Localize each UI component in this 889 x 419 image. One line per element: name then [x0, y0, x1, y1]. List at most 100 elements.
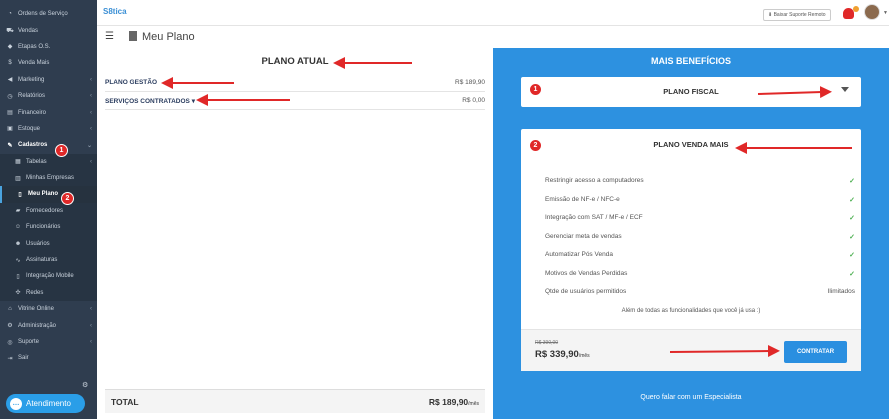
plan-row-value: R$ 189,90 — [455, 79, 485, 86]
services-row-value: R$ 0,00 — [462, 97, 485, 104]
sidebar-item-assinaturas[interactable]: ∿ Assinaturas — [0, 252, 97, 268]
feature-item: Qtde de usuários permitidos Ilimitados — [545, 288, 855, 295]
chevron-left-icon: ‹ — [90, 339, 92, 345]
sidebar-item-funcion-rios[interactable]: ☺ Funcionários — [0, 219, 97, 235]
total-value: R$ 189,90/mês — [428, 396, 479, 407]
file-icon: ▯ — [18, 191, 22, 198]
chevron-left-icon: ‹ — [90, 93, 92, 100]
page-header: ☰ Meu Plano — [97, 27, 889, 48]
gear-icon[interactable]: ⚙ — [82, 381, 88, 389]
sidebar-item-estoque[interactable]: ▣ Estoque ‹ — [0, 121, 97, 137]
sidebar-item-label: Integração Mobile — [26, 273, 74, 280]
plan-row: PLANO GESTÃO R$ 189,90 — [105, 74, 485, 92]
sidebar-item-meu-plano[interactable]: ▯ Meu Plano — [0, 186, 97, 203]
truck-icon: ▰ — [15, 208, 21, 215]
sidebar-item-financeiro[interactable]: ▤ Financeiro ‹ — [0, 104, 97, 120]
sidebar-item-label: Ordens de Serviço — [18, 11, 68, 18]
feature-value: Ilimitados — [827, 288, 855, 295]
page-title: Meu Plano — [129, 31, 195, 43]
sidebar-item-ordens-de-servi-o[interactable]: ◔ Ordens de Serviço — [0, 6, 97, 22]
sidebar-item-tabelas[interactable]: ▦ Tabelas ‹ — [0, 154, 97, 170]
sidebar-item-label: Financeiro — [18, 109, 47, 116]
specialist-link[interactable]: Quero falar com um Especialista — [493, 394, 889, 401]
check-icon: ✓ — [849, 270, 855, 278]
check-icon: ✓ — [849, 196, 855, 204]
atendimento-button[interactable]: … Atendimento — [6, 394, 85, 413]
edit-icon: ✎ — [7, 142, 13, 149]
sidebar-item-vendas[interactable]: ⛟ Vendas — [0, 22, 97, 38]
check-icon: ✓ — [849, 233, 855, 241]
speedometer-icon: ◔ — [8, 11, 12, 18]
users-icon: ☺ — [14, 224, 22, 231]
network-icon: ✣ — [15, 290, 21, 297]
feature-item: Restringir acesso a computadores ✓ — [545, 177, 855, 185]
sidebar-item-label: Assinaturas — [26, 257, 58, 264]
avatar[interactable] — [864, 4, 880, 20]
sidebar-item-label: Vitrine Online — [18, 306, 54, 313]
sidebar-item-label: Usuários — [26, 240, 50, 247]
sidebar-item-etapas-o-s[interactable]: ◆ Etapas O.S. — [0, 39, 97, 55]
chevron-down-icon: ▾ — [191, 97, 195, 105]
remote-support-button[interactable]: ⬇ Baixar Suporte Remoto — [763, 9, 831, 21]
sidebar-item-relat-rios[interactable]: ◷ Relatórios ‹ — [0, 88, 97, 104]
topbar: S8tica ⬇ Baixar Suporte Remoto ▼ — [97, 0, 889, 26]
plano-venda-mais-title: PLANO VENDA MAIS — [653, 140, 729, 149]
current-plan-panel: PLANO ATUAL PLANO GESTÃO R$ 189,90 SERVI… — [97, 48, 493, 419]
feature-label: Emissão de NF-e / NFC-e — [545, 195, 620, 203]
chevron-left-icon: ‹ — [90, 322, 92, 329]
feature-label: Restringir acesso a computadores — [545, 177, 644, 184]
check-icon: ✓ — [849, 215, 855, 222]
sidebar-item-label: Funcionários — [26, 224, 61, 231]
chevron-down-icon[interactable] — [841, 87, 849, 92]
sidebar-item-vitrine-online[interactable]: ⌂ Vitrine Online ‹ — [0, 301, 97, 317]
sidebar-item-integra-o-mobile[interactable]: ▯ Integração Mobile — [0, 268, 97, 284]
sidebar-item-cadastros[interactable]: ✎ Cadastros ⌄ — [0, 137, 97, 153]
total-bar: TOTAL R$ 189,90/mês — [105, 389, 485, 413]
benefits-title: MAIS BENEFÍCIOS — [650, 56, 731, 66]
services-row[interactable]: SERVIÇOS CONTRATADOS ▾ R$ 0,00 — [105, 92, 485, 110]
feature-item: Motivos de Vendas Perdidas ✓ — [545, 270, 855, 278]
hamburger-menu-icon[interactable]: ☰ — [105, 31, 114, 42]
sidebar-item-administra-o[interactable]: ⚙ Administração ‹ — [0, 317, 97, 333]
services-row-label[interactable]: SERVIÇOS CONTRATADOS ▾ — [105, 97, 195, 105]
chat-bubble-icon: … — [10, 397, 22, 410]
sidebar-item-suporte[interactable]: ◎ Suporte ‹ — [0, 334, 97, 350]
feature-label: Automatizar Pós Venda — [545, 251, 613, 258]
chevron-left-icon: ‹ — [90, 125, 92, 132]
sidebar-item-venda-mais[interactable]: $ Venda Mais — [0, 55, 97, 71]
plano-venda-mais-card: PLANO VENDA MAIS Restringir acesso a com… — [521, 129, 861, 371]
plano-fiscal-card[interactable]: PLANO FISCAL — [521, 77, 861, 107]
sidebar-item-sair[interactable]: ⇥ Sair — [0, 350, 97, 366]
sidebar-item-label: Venda Mais — [18, 60, 50, 67]
table-icon: ▦ — [15, 159, 21, 166]
sidebar-item-label: Tabelas — [26, 158, 47, 165]
sidebar-item-label: Vendas — [18, 27, 39, 34]
sidebar-item-label: Administração — [18, 322, 57, 329]
chevron-down-icon[interactable]: ▼ — [883, 10, 888, 16]
sidebar-item-redes[interactable]: ✣ Redes — [0, 285, 97, 301]
sidebar-item-fornecedores[interactable]: ▰ Fornecedores — [0, 203, 97, 219]
chevron-down-icon: ⌄ — [86, 142, 92, 149]
price-footer: R$ 390,00 R$ 339,90/mês CONTRATAR — [521, 329, 861, 371]
chevron-left-icon: ‹ — [90, 306, 92, 313]
dollar-icon: $ — [8, 60, 12, 67]
building-icon: ▥ — [15, 175, 21, 182]
lifebuoy-icon: ◎ — [7, 339, 13, 346]
cadastros-submenu: ▦ Tabelas ‹ ▥ Minhas Empresas ▯ Meu Plano ▰ Forn… — [0, 153, 97, 302]
sidebar-item-usu-rios[interactable]: ☻ Usuários — [0, 235, 97, 251]
sidebar: ◔ Ordens de Serviço ⛟ Vendas ◆ Etapas O.S. $ Ve… — [0, 0, 97, 419]
mobile-icon: ▯ — [16, 273, 20, 280]
check-icon: ✓ — [849, 178, 855, 185]
sidebar-item-label: Minhas Empresas — [26, 175, 75, 182]
annotation-badge: 1 — [529, 83, 542, 96]
annotation-badge: 2 — [529, 139, 542, 152]
logo[interactable]: S8tica — [103, 7, 127, 16]
feature-label: Motivos de Vendas Perdidas — [545, 269, 628, 277]
feature-item: Automatizar Pós Venda ✓ — [545, 251, 855, 259]
sidebar-item-marketing[interactable]: ◀ Marketing ‹ — [0, 72, 97, 88]
feature-label: Qtde de usuários permitidos — [545, 288, 627, 295]
chevron-left-icon: ‹ — [90, 158, 92, 165]
contratar-button[interactable]: CONTRATAR — [784, 341, 847, 363]
notification-dot — [853, 6, 859, 12]
sidebar-item-minhas-empresas[interactable]: ▥ Minhas Empresas — [0, 170, 97, 186]
